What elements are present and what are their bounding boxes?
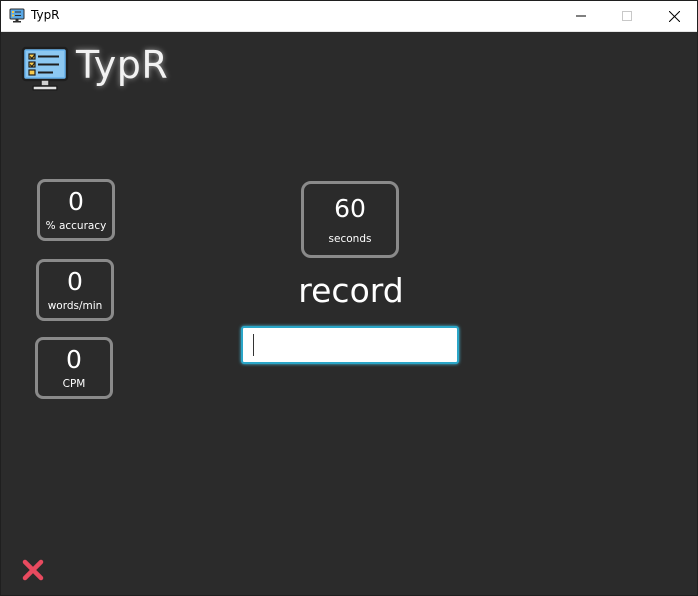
timer-box: 60 seconds bbox=[301, 181, 399, 258]
timer-value: 60 bbox=[334, 194, 366, 223]
current-word: record bbox=[298, 271, 404, 310]
window-title: TypR bbox=[31, 8, 60, 22]
red-x-icon[interactable] bbox=[21, 558, 45, 582]
app-window: TypR TypR 0 % accuracy 0 words/min 0 CPM… bbox=[0, 0, 698, 596]
wpm-label: words/min bbox=[47, 300, 103, 312]
cpm-value: 0 bbox=[66, 345, 82, 374]
monitor-checklist-icon bbox=[21, 46, 69, 91]
wpm-stat: 0 words/min bbox=[36, 259, 114, 321]
accuracy-label: % accuracy bbox=[45, 220, 107, 232]
accuracy-stat: 0 % accuracy bbox=[37, 179, 115, 241]
typing-input[interactable] bbox=[241, 326, 459, 364]
app-icon bbox=[9, 8, 25, 23]
minimize-button[interactable] bbox=[558, 1, 604, 31]
title-bar: TypR bbox=[1, 1, 697, 32]
maximize-button[interactable] bbox=[604, 1, 650, 31]
accuracy-value: 0 bbox=[68, 187, 84, 216]
wpm-value: 0 bbox=[67, 267, 83, 296]
maximize-icon bbox=[622, 11, 632, 21]
cpm-label: CPM bbox=[62, 378, 86, 390]
close-button[interactable] bbox=[651, 1, 697, 31]
timer-label: seconds bbox=[328, 233, 372, 245]
minimize-icon bbox=[576, 15, 586, 17]
text-caret bbox=[253, 334, 254, 356]
close-icon bbox=[668, 10, 680, 22]
cpm-stat: 0 CPM bbox=[35, 337, 113, 399]
app-logo-text: TypR bbox=[76, 43, 169, 87]
